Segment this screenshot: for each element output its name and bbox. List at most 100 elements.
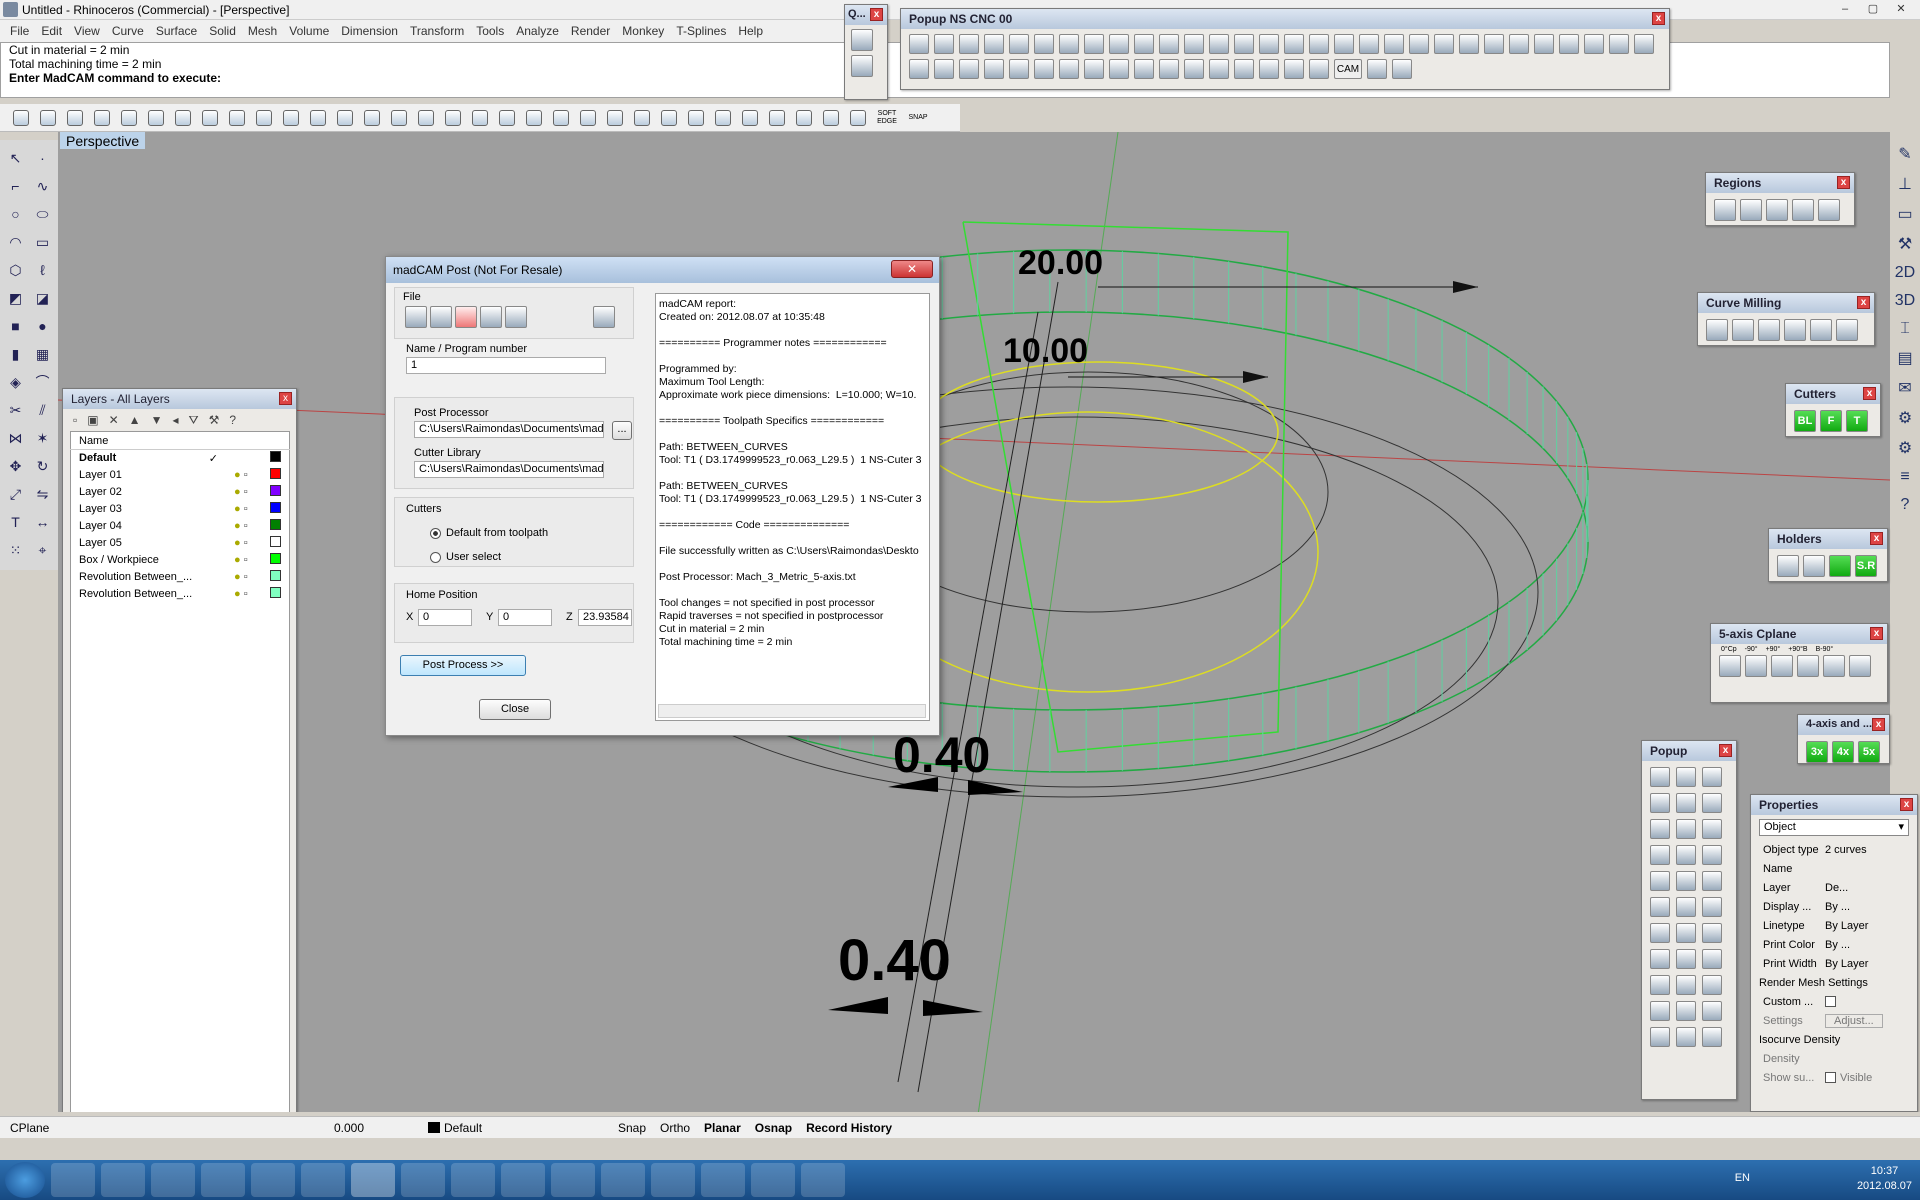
menu-volume[interactable]: Volume <box>283 24 335 38</box>
snap-button[interactable]: SNAP <box>903 106 933 130</box>
menu-edit[interactable]: Edit <box>35 24 68 38</box>
close-icon[interactable]: x <box>1857 296 1870 309</box>
cnc-tool-icon[interactable] <box>1309 34 1329 54</box>
rotate-view-icon[interactable] <box>413 106 439 130</box>
split-icon[interactable]: ⫽ <box>29 396 56 424</box>
cnc-tool-icon[interactable] <box>1209 34 1229 54</box>
minimize-icon[interactable]: – <box>1832 1 1858 17</box>
cnc-tool-icon[interactable] <box>1184 59 1204 79</box>
cnc-tool-icon[interactable] <box>1159 59 1179 79</box>
layer-current-mark[interactable] <box>201 552 226 569</box>
menu-render[interactable]: Render <box>565 24 616 38</box>
user-select-radio[interactable]: User select <box>430 551 501 563</box>
layer-icon[interactable] <box>629 106 655 130</box>
layer-current-mark[interactable]: ✓ <box>201 450 226 467</box>
pencil-icon[interactable]: ✎ <box>1898 144 1911 164</box>
new-sublayer-icon[interactable]: ▣ <box>87 413 98 427</box>
program-number-input[interactable]: 1 <box>406 357 606 374</box>
property-value[interactable]: By ... <box>1825 939 1850 951</box>
engrave-icon[interactable] <box>1784 319 1806 341</box>
explode-icon[interactable]: ✶ <box>29 424 56 452</box>
popup-tool-icon[interactable] <box>1676 1027 1696 1047</box>
wireframe-sphere-icon[interactable] <box>683 106 709 130</box>
horizontal-scrollbar[interactable] <box>658 704 926 718</box>
close-icon[interactable]: x <box>1863 387 1876 400</box>
cnc-tool-icon[interactable] <box>1534 34 1554 54</box>
ortho-toggle[interactable]: Ortho <box>660 1121 690 1135</box>
popup-tool-icon[interactable] <box>1650 1027 1670 1047</box>
close-icon[interactable]: x <box>1870 532 1883 545</box>
popup-tool-icon[interactable] <box>1702 767 1722 787</box>
lock-icon[interactable]: ▫ <box>244 469 248 481</box>
holder-green-icon[interactable] <box>1829 555 1851 577</box>
default-radio[interactable]: Default from toolpath <box>430 527 548 539</box>
cnc-tool-icon[interactable] <box>1559 34 1579 54</box>
layer-color-swatch[interactable] <box>270 502 281 513</box>
close-icon[interactable]: x <box>870 8 883 21</box>
cnc-tool-icon[interactable] <box>934 34 954 54</box>
popup-tool-icon[interactable] <box>1702 871 1722 891</box>
popup-tool-icon[interactable] <box>1676 949 1696 969</box>
adjust-button[interactable]: Adjust... <box>1825 1013 1883 1028</box>
cnc-tool-icon[interactable] <box>1109 34 1129 54</box>
arc-icon[interactable]: ◠ <box>2 228 29 256</box>
document-icon[interactable]: ▤ <box>1897 348 1912 368</box>
layer-row[interactable]: Default ✓ <box>71 450 290 467</box>
four-axis-button[interactable]: 4x <box>1832 741 1854 763</box>
cnc-tool-icon[interactable] <box>1084 59 1104 79</box>
mirror-icon[interactable]: ⇋ <box>29 480 56 508</box>
cnc-tool-icon[interactable] <box>1334 34 1354 54</box>
region-edit-icon[interactable] <box>1792 199 1814 221</box>
menu-tsplines[interactable]: T-Splines <box>670 24 732 38</box>
popup-tool-icon[interactable] <box>1650 845 1670 865</box>
cnc-tool-icon[interactable] <box>934 59 954 79</box>
popup-tool-icon[interactable] <box>1702 1001 1722 1021</box>
holder-sr-icon[interactable]: S.R <box>1855 555 1877 577</box>
popup-tool-icon[interactable] <box>1702 949 1722 969</box>
render-sphere-icon[interactable] <box>737 106 763 130</box>
calculator-icon[interactable] <box>401 1163 445 1197</box>
spotlight-icon[interactable] <box>764 106 790 130</box>
cylinder-icon[interactable]: ▮ <box>2 340 29 368</box>
property-row[interactable]: Object type 2 curves <box>1751 840 1917 859</box>
region-layers-icon[interactable] <box>1740 199 1762 221</box>
copy-icon[interactable] <box>170 106 196 130</box>
popup-tool-icon[interactable] <box>1650 897 1670 917</box>
start-button[interactable] <box>5 1162 45 1198</box>
zoom-selected-icon[interactable] <box>386 106 412 130</box>
move-down-icon[interactable]: ▼ <box>151 413 163 427</box>
cplane-status[interactable]: CPlane <box>10 1121 80 1135</box>
four-viewports-icon[interactable] <box>440 106 466 130</box>
curve-mill-icon[interactable] <box>1706 319 1728 341</box>
layer-color-swatch[interactable] <box>270 536 281 547</box>
dialog-close-button[interactable]: ✕ <box>891 260 933 278</box>
property-value[interactable]: De... <box>1825 882 1848 894</box>
close-icon[interactable]: x <box>1870 627 1883 640</box>
grid-snap-icon[interactable] <box>521 106 547 130</box>
close-icon[interactable]: x <box>1900 798 1913 811</box>
five-axis-button[interactable]: 5x <box>1858 741 1880 763</box>
post-process-button[interactable]: Post Process >> <box>400 655 526 676</box>
popup-tool-icon[interactable] <box>1702 793 1722 813</box>
cnc-tool-icon[interactable] <box>909 34 929 54</box>
menu-monkey[interactable]: Monkey <box>616 24 670 38</box>
lead-icon[interactable] <box>1836 319 1858 341</box>
close-icon[interactable]: x <box>1872 718 1885 731</box>
light-bulb-icon[interactable]: ● <box>234 554 241 566</box>
popup-tool-icon[interactable] <box>1676 897 1696 917</box>
scale-icon[interactable] <box>851 29 873 51</box>
cnc-tool-icon[interactable] <box>1234 59 1254 79</box>
cnc-tool-icon[interactable] <box>1284 34 1304 54</box>
cnc-tool-icon[interactable] <box>1309 59 1329 79</box>
gear-icon[interactable]: ⚙ <box>1898 408 1912 428</box>
select-arrow-icon[interactable]: ↖ <box>2 144 29 172</box>
cnc-tool-icon[interactable] <box>1484 34 1504 54</box>
cnc-tool-icon[interactable] <box>1634 34 1654 54</box>
layer-color-swatch[interactable] <box>270 553 281 564</box>
curve-icon[interactable]: ∿ <box>29 172 56 200</box>
popup-tool-icon[interactable] <box>1676 871 1696 891</box>
cnc-tool-icon[interactable] <box>1392 59 1412 79</box>
layer-row[interactable]: Layer 01 ● ▫ <box>71 467 290 484</box>
comb-icon[interactable] <box>1732 319 1754 341</box>
hourglass-icon[interactable] <box>551 1163 595 1197</box>
